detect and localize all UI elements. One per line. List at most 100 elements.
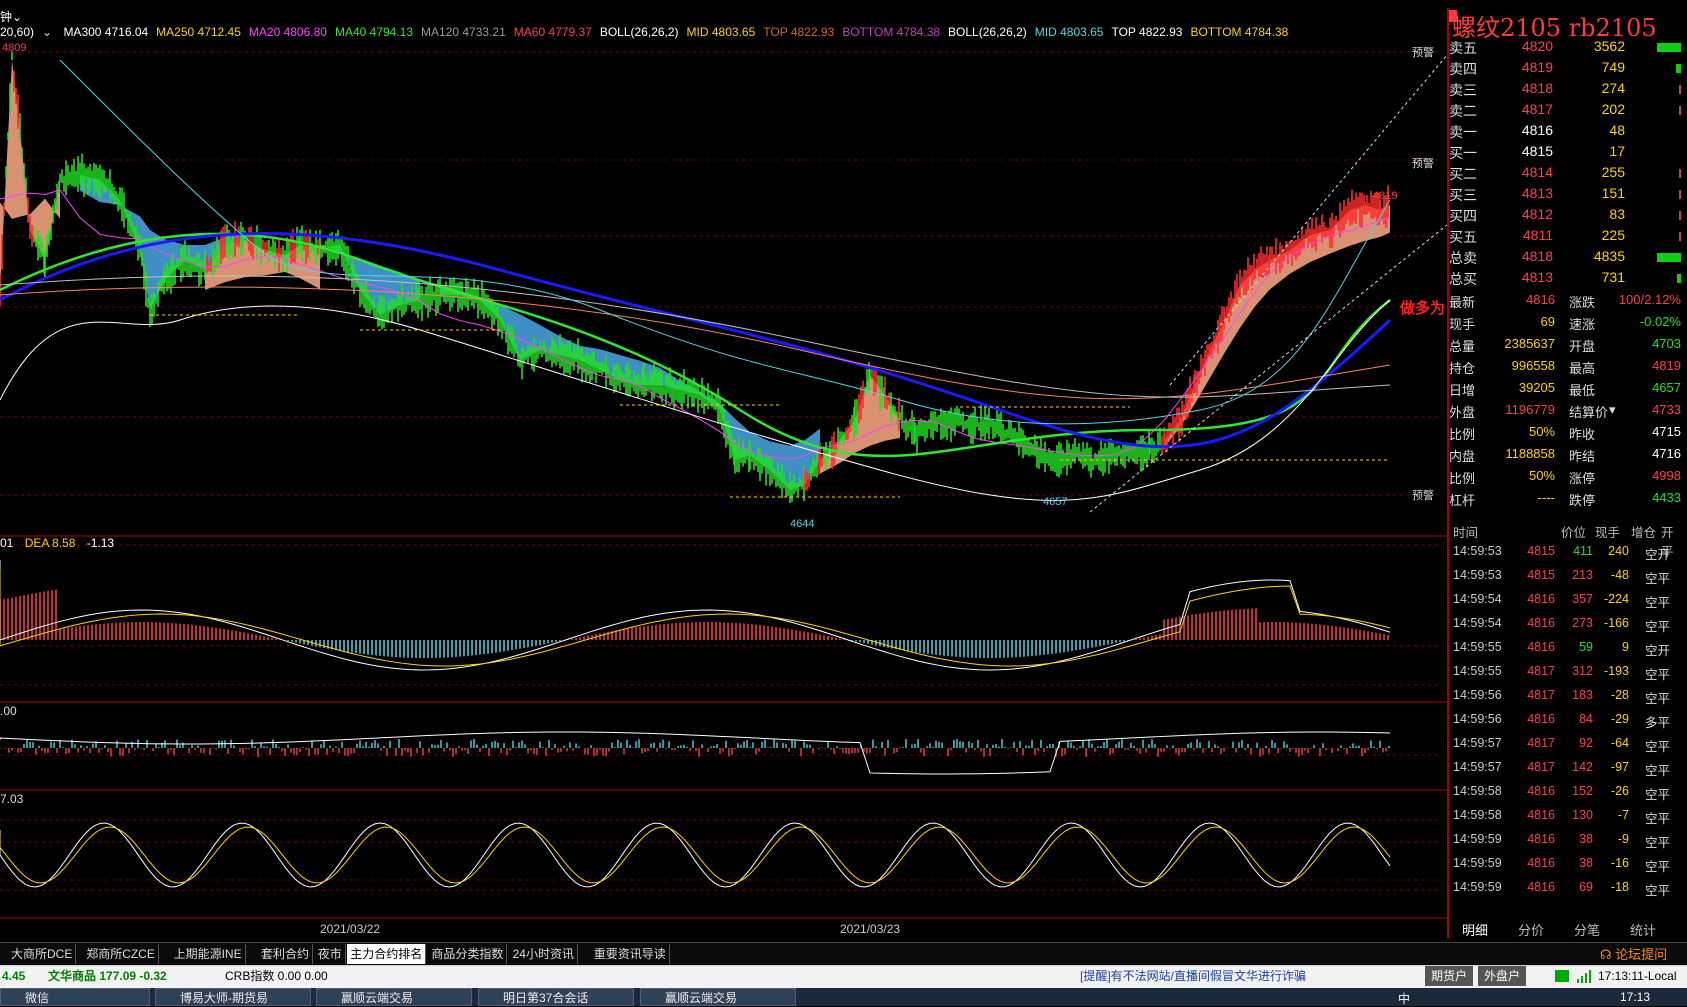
market-tab[interactable]: 郑商所CZCE: [83, 944, 159, 964]
market-tab[interactable]: 夜市: [315, 944, 346, 964]
market-tab[interactable]: 上期能源INE: [171, 944, 246, 964]
tick-volume: 312: [1572, 664, 1593, 678]
taskbar-item[interactable]: 博易大师-期货易: [155, 988, 311, 1006]
orderbook-volume: 731: [1601, 269, 1625, 285]
stat-label: 持仓: [1449, 361, 1476, 376]
tick-row: 14:59:57 4817 142 -97 空平: [1449, 760, 1685, 784]
orderbook-row[interactable]: 买一 4815 17: [1449, 143, 1685, 164]
orderbook-volume: 3562: [1593, 38, 1625, 54]
tick-time: 14:59:58: [1453, 784, 1502, 798]
tick-oi-change: -166: [1603, 616, 1629, 630]
tick-oi-change: -9: [1617, 832, 1629, 846]
stat-value: -0.02%: [1639, 314, 1681, 329]
stat-row: 总量 2385637 开盘 4703: [1449, 336, 1685, 358]
stat-label: 最低: [1569, 383, 1596, 398]
market-tab[interactable]: 大商所DCE: [8, 944, 77, 964]
stat-value: 1188858: [1505, 446, 1555, 461]
stat-label: 比例: [1449, 471, 1476, 486]
orderbook-price: 4816: [1521, 122, 1553, 138]
tick-volume: 213: [1572, 568, 1593, 582]
orderbook-row[interactable]: 卖一 4816 48: [1449, 122, 1685, 143]
tick-price: 4817: [1527, 736, 1555, 750]
tick-oi-change: -16: [1610, 856, 1629, 870]
side-note: 做多为: [1400, 300, 1446, 317]
tick-oi-change: -7: [1617, 808, 1629, 822]
tick-header-cell: 现手: [1595, 526, 1621, 540]
orderbook-row[interactable]: 买二 4814 255: [1449, 164, 1685, 185]
tick-oi-change: -97: [1610, 760, 1629, 774]
tick-time: 14:59:57: [1453, 760, 1502, 774]
volume-bar: [1657, 253, 1681, 262]
orderbook-row[interactable]: 买四 4812 83: [1449, 206, 1685, 227]
orderbook-row[interactable]: 卖三 4818 274: [1449, 80, 1685, 101]
orderbook-price: 4814: [1521, 164, 1553, 180]
tick-time: 14:59:54: [1453, 616, 1502, 630]
tick-volume: 130: [1572, 808, 1593, 822]
tick-price: 4817: [1527, 760, 1555, 774]
orderbook-row[interactable]: 买五 4811 225: [1449, 227, 1685, 248]
tick-price: 4816: [1527, 616, 1555, 630]
orderbook-price: 4818: [1521, 80, 1553, 96]
total-row[interactable]: 总买 4813 731: [1449, 269, 1685, 290]
warn-label-3: 预警: [1412, 490, 1434, 502]
stat-value: 1196779: [1505, 402, 1555, 417]
futures-account-button[interactable]: 期货户: [1425, 966, 1474, 986]
taskbar-item[interactable]: 赢顺云端交易: [316, 988, 472, 1006]
ime-indicator[interactable]: 中: [1398, 990, 1410, 1007]
stat-value: 4819: [1652, 358, 1681, 373]
taskbar-item[interactable]: 微信: [0, 988, 150, 1006]
stat-value: 4715: [1652, 424, 1681, 439]
tick-time: 14:59:59: [1453, 880, 1502, 894]
quote-subtab-3[interactable]: 统计: [1630, 920, 1656, 939]
orderbook-label: 买二: [1449, 166, 1477, 182]
quote-subtab-2[interactable]: 分笔: [1574, 920, 1600, 939]
tick-time: 14:59:56: [1453, 712, 1502, 726]
tick-row: 14:59:53 4815 411 240 空开: [1449, 544, 1685, 568]
taskbar-item[interactable]: 明日第37合会话: [478, 988, 634, 1006]
tick-type: 空平: [1645, 596, 1671, 610]
stat-value: 4816: [1526, 292, 1555, 307]
forum-link[interactable]: ☊ 论坛提问: [1600, 944, 1667, 963]
connection-icon: [1555, 970, 1569, 982]
tick-time: 14:59:55: [1453, 640, 1502, 654]
stat-label: 速涨: [1569, 317, 1596, 332]
orderbook-row[interactable]: 卖五 4820 3562: [1449, 38, 1685, 59]
quote-subtab-0[interactable]: 明细: [1462, 920, 1488, 939]
quote-subtab-1[interactable]: 分价: [1518, 920, 1544, 939]
orderbook-row[interactable]: 卖四 4819 749: [1449, 59, 1685, 80]
notice-text[interactable]: [提醒]有不法网站/直播间假冒文华进行诈骗: [1080, 967, 1306, 985]
low-label-1: 4644: [790, 518, 815, 530]
stat-label: 日增: [1449, 383, 1476, 398]
total-row[interactable]: 总卖 4818 4835: [1449, 248, 1685, 269]
stat-label: 最高: [1569, 361, 1596, 376]
orderbook-label: 卖一: [1449, 124, 1477, 140]
market-tab[interactable]: 商品分类指数: [428, 944, 508, 964]
tick-time: 14:59:56: [1453, 688, 1502, 702]
tick-type: 空平: [1645, 740, 1671, 754]
taskbar-clock[interactable]: 17:13: [1620, 990, 1650, 1004]
warn-label-2: 预警: [1412, 158, 1434, 170]
macd-legend: 01 DEA 8.58 -1.13: [0, 536, 114, 550]
tick-time: 14:59:59: [1453, 856, 1502, 870]
market-tab[interactable]: 24小时资讯: [510, 944, 578, 964]
tick-row: 14:59:59 4816 38 -16 空平: [1449, 856, 1685, 880]
taskbar-item[interactable]: 赢顺云端交易: [640, 988, 796, 1006]
tick-price: 4817: [1527, 688, 1555, 702]
orderbook-row[interactable]: 卖二 4817 202: [1449, 101, 1685, 122]
tick-oi-change: -18: [1610, 880, 1629, 894]
stat-row: 持仓 996558 最高 4819: [1449, 358, 1685, 380]
tick-volume: 411: [1573, 544, 1593, 558]
kline-chart[interactable]: [0, 20, 1447, 960]
market-tab[interactable]: 主力合约排名: [347, 944, 427, 964]
tick-volume: 38: [1579, 832, 1593, 846]
orderbook-label: 卖四: [1449, 61, 1477, 77]
market-tab[interactable]: 重要资讯导读: [591, 944, 670, 964]
chevron-down-icon[interactable]: ▾: [1609, 402, 1616, 418]
foreign-account-button[interactable]: 外盘户: [1478, 966, 1527, 986]
tick-price: 4816: [1527, 856, 1555, 870]
market-tab[interactable]: 套利合约: [258, 944, 314, 964]
orderbook-row[interactable]: 买三 4813 151: [1449, 185, 1685, 206]
stat-label: 现手: [1449, 317, 1476, 332]
orderbook-volume: 225: [1601, 227, 1625, 243]
volume-bar: [1679, 232, 1681, 241]
